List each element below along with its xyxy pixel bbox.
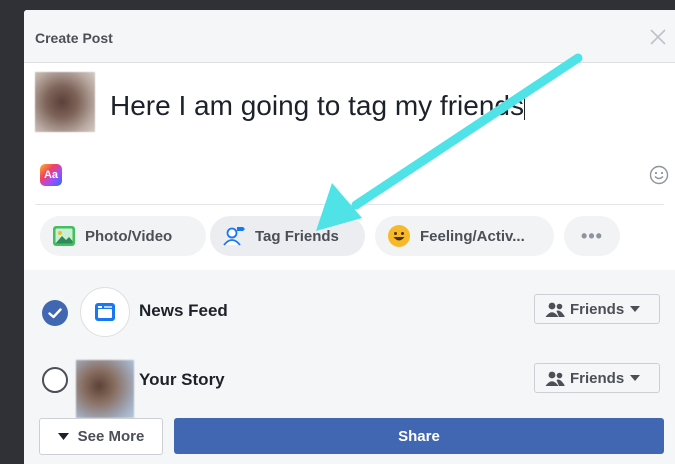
- friends-icon: [545, 371, 565, 386]
- your-story-thumbnail: [76, 360, 134, 418]
- feeling-emoji-icon: [388, 225, 410, 247]
- your-story-privacy-dropdown[interactable]: Friends: [534, 363, 660, 393]
- checkmark-icon: [48, 308, 62, 319]
- news-feed-icon: [95, 303, 115, 321]
- see-more-label: See More: [77, 428, 145, 445]
- news-feed-label: News Feed: [139, 301, 228, 320]
- dialog-header: Create Post: [24, 10, 675, 63]
- text-caret: [523, 90, 525, 120]
- more-dots-icon[interactable]: •••: [564, 216, 620, 256]
- tag-friends-button[interactable]: Tag Friends: [210, 216, 365, 256]
- chevron-down-icon: [630, 375, 641, 381]
- create-post-dialog: Create Post Here I am going to tag my fr…: [24, 10, 675, 464]
- post-text-value: Here I am going to tag my friends: [110, 90, 524, 121]
- composer-divider: [35, 204, 664, 205]
- chevron-down-icon: [630, 306, 641, 312]
- caret-down-icon: [57, 433, 69, 440]
- your-story-checkbox[interactable]: [42, 367, 68, 393]
- avatar: [35, 72, 95, 132]
- photo-video-icon: [53, 226, 75, 246]
- close-icon[interactable]: [648, 27, 668, 47]
- tag-friends-label: Tag Friends: [255, 227, 339, 245]
- feeling-activity-button[interactable]: Feeling/Activ...: [375, 216, 554, 256]
- news-feed-checkbox[interactable]: [42, 300, 68, 326]
- composer-area[interactable]: Here I am going to tag my friends Aa: [24, 63, 675, 223]
- feeling-activity-label: Feeling/Activ...: [420, 227, 525, 245]
- news-feed-icon-wrap: [80, 287, 130, 337]
- text-format-button[interactable]: Aa: [40, 164, 62, 186]
- smiley-icon[interactable]: [649, 165, 669, 185]
- your-story-privacy-label: Friends: [570, 369, 625, 387]
- photo-video-button[interactable]: Photo/Video: [40, 216, 206, 256]
- news-feed-privacy-label: Friends: [570, 300, 625, 318]
- share-button[interactable]: Share: [174, 418, 664, 454]
- tag-friends-icon: [223, 227, 245, 246]
- post-text-input[interactable]: Here I am going to tag my friends: [110, 90, 525, 122]
- news-feed-privacy-dropdown[interactable]: Friends: [534, 294, 660, 324]
- your-story-label: Your Story: [139, 370, 225, 389]
- dialog-title: Create Post: [35, 30, 113, 46]
- see-more-button[interactable]: See More: [39, 418, 163, 455]
- photo-video-label: Photo/Video: [85, 227, 173, 245]
- friends-icon: [545, 302, 565, 317]
